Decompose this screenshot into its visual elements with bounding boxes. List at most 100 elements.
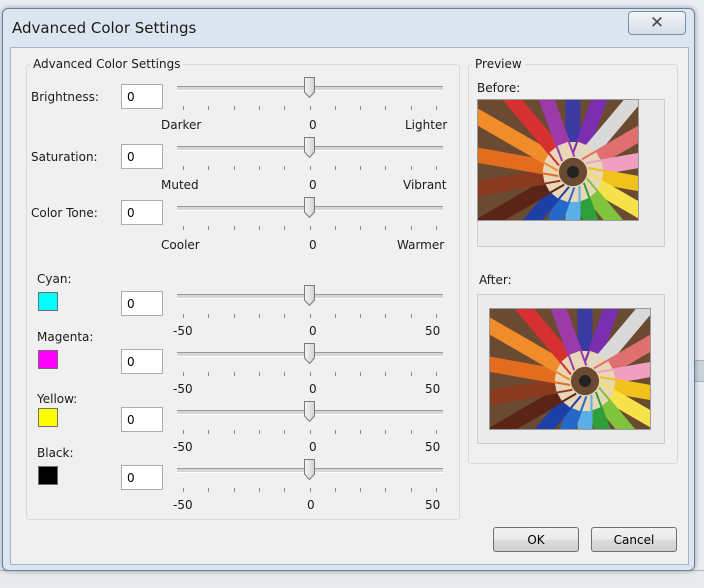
slider-tick — [411, 106, 412, 110]
settings-group — [26, 64, 460, 520]
slider-tick — [310, 166, 311, 170]
color-tone-field[interactable]: 0 — [121, 200, 163, 225]
black-field[interactable]: 0 — [121, 465, 163, 490]
saturation-mid-label: 0 — [309, 178, 317, 192]
cyan-swatch — [38, 292, 58, 311]
black-max-label: 50 — [425, 498, 441, 512]
yellow-label: Yellow: — [37, 392, 78, 406]
black-min-label: -50 — [173, 498, 193, 512]
advanced-color-dialog: Advanced Color Settings ✕ Advanced Color… — [2, 8, 695, 571]
background-statusbar — [0, 570, 704, 588]
slider-tick — [208, 314, 209, 318]
slider-tick — [284, 226, 285, 230]
slider-tick — [284, 488, 285, 492]
slider-tick — [436, 314, 437, 318]
yellow-slider-thumb[interactable] — [304, 401, 315, 422]
black-mid-label: 0 — [307, 498, 315, 512]
slider-tick — [335, 166, 336, 170]
slider-tick — [208, 166, 209, 170]
ok-button[interactable]: OK — [493, 527, 579, 552]
magenta-field[interactable]: 0 — [121, 349, 163, 374]
yellow-ticks — [183, 430, 437, 434]
color-tone-label: Color Tone: — [31, 206, 98, 220]
slider-tick — [385, 372, 386, 376]
cyan-mid-label: 0 — [309, 324, 317, 338]
slider-tick — [360, 430, 361, 434]
slider-thumb-icon — [304, 137, 315, 158]
magenta-label: Magenta: — [37, 330, 94, 344]
slider-tick — [335, 372, 336, 376]
saturation-ticks — [183, 166, 437, 170]
slider-tick — [183, 430, 184, 434]
cyan-label: Cyan: — [37, 272, 72, 286]
brightness-field[interactable]: 0 — [121, 84, 163, 109]
slider-tick — [385, 430, 386, 434]
settings-group-label: Advanced Color Settings — [30, 57, 184, 71]
magenta-slider-thumb[interactable] — [304, 343, 315, 364]
slider-tick — [284, 430, 285, 434]
slider-tick — [360, 106, 361, 110]
slider-tick — [360, 314, 361, 318]
slider-tick — [411, 166, 412, 170]
slider-tick — [208, 106, 209, 110]
slider-tick — [335, 226, 336, 230]
slider-thumb-icon — [304, 197, 315, 218]
slider-tick — [385, 106, 386, 110]
brightness-right-label: Lighter — [405, 118, 448, 132]
slider-tick — [385, 314, 386, 318]
yellow-field[interactable]: 0 — [121, 407, 163, 432]
slider-tick — [183, 106, 184, 110]
slider-tick — [208, 430, 209, 434]
brightness-left-label: Darker — [161, 118, 202, 132]
slider-thumb-icon — [304, 285, 315, 306]
slider-tick — [234, 430, 235, 434]
slider-tick — [234, 314, 235, 318]
slider-thumb-icon — [304, 77, 315, 98]
magenta-max-label: 50 — [425, 382, 441, 396]
slider-tick — [208, 372, 209, 376]
slider-tick — [411, 226, 412, 230]
color-tone-right-label: Warmer — [397, 238, 445, 252]
slider-tick — [335, 314, 336, 318]
yellow-min-label: -50 — [173, 440, 193, 454]
cyan-min-label: -50 — [173, 324, 193, 338]
slider-tick — [234, 488, 235, 492]
yellow-max-label: 50 — [425, 440, 441, 454]
before-label: Before: — [477, 81, 521, 95]
black-slider-thumb[interactable] — [304, 459, 315, 480]
slider-tick — [208, 488, 209, 492]
slider-tick — [385, 488, 386, 492]
slider-tick — [183, 314, 184, 318]
black-ticks — [183, 488, 437, 492]
saturation-left-label: Muted — [161, 178, 199, 192]
slider-tick — [183, 488, 184, 492]
slider-tick — [385, 226, 386, 230]
slider-tick — [234, 106, 235, 110]
saturation-slider-thumb[interactable] — [304, 137, 315, 158]
slider-tick — [259, 430, 260, 434]
slider-tick — [183, 226, 184, 230]
slider-tick — [360, 488, 361, 492]
cancel-button[interactable]: Cancel — [591, 527, 677, 552]
black-label: Black: — [37, 446, 74, 460]
close-button[interactable]: ✕ — [628, 11, 686, 35]
saturation-field[interactable]: 0 — [121, 144, 163, 169]
saturation-right-label: Vibrant — [403, 178, 447, 192]
dialog-client: Advanced Color Settings Brightness: 0 Da… — [10, 47, 689, 565]
brightness-slider-thumb[interactable] — [304, 77, 315, 98]
slider-tick — [411, 430, 412, 434]
slider-thumb-icon — [304, 401, 315, 422]
slider-tick — [436, 430, 437, 434]
cyan-slider-thumb[interactable] — [304, 285, 315, 306]
color-tone-slider-thumb[interactable] — [304, 197, 315, 218]
slider-tick — [411, 372, 412, 376]
cyan-ticks — [183, 314, 437, 318]
cyan-field[interactable]: 0 — [121, 291, 163, 316]
slider-tick — [259, 226, 260, 230]
slider-tick — [385, 166, 386, 170]
slider-tick — [335, 488, 336, 492]
slider-tick — [360, 166, 361, 170]
close-icon: ✕ — [649, 13, 665, 33]
cyan-max-label: 50 — [425, 324, 441, 338]
saturation-label: Saturation: — [31, 150, 98, 164]
